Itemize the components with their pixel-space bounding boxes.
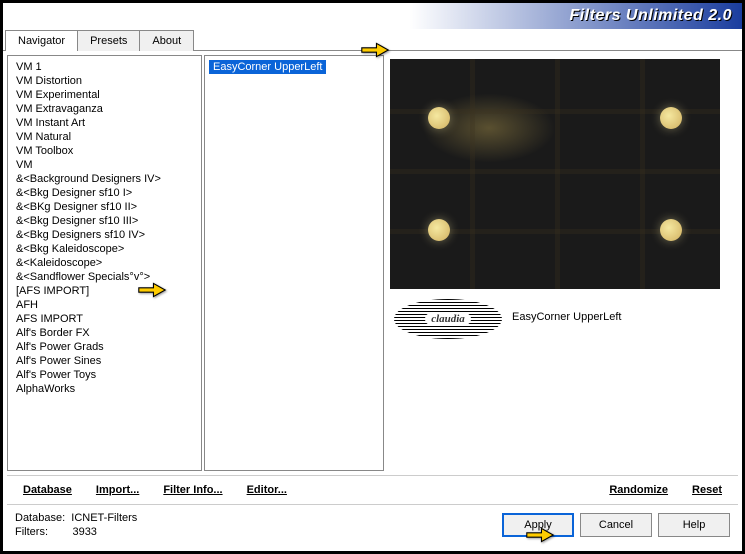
list-item[interactable]: VM 1: [10, 60, 199, 74]
list-item[interactable]: &<Bkg Kaleidoscope>: [10, 242, 199, 256]
editor-button[interactable]: Editor...: [235, 482, 299, 498]
list-item[interactable]: Alf's Border FX: [10, 326, 199, 340]
database-button[interactable]: Database: [11, 482, 84, 498]
tab-presets[interactable]: Presets: [77, 30, 140, 51]
toolbar: Database Import... Filter Info... Editor…: [7, 475, 738, 505]
list-item[interactable]: VM: [10, 158, 199, 172]
list-item[interactable]: &<Sandflower Specials°v°>: [10, 270, 199, 284]
list-item[interactable]: &<Bkg Designer sf10 I>: [10, 186, 199, 200]
list-item[interactable]: &<Background Designers IV>: [10, 172, 199, 186]
brand-logo: claudia: [394, 299, 502, 339]
app-title: Filters Unlimited 2.0: [569, 7, 732, 25]
list-item[interactable]: VM Extravaganza: [10, 102, 199, 116]
tab-navigator[interactable]: Navigator: [5, 30, 78, 51]
help-button[interactable]: Help: [658, 513, 730, 537]
category-list[interactable]: VM 1VM DistortionVM ExperimentalVM Extra…: [8, 56, 201, 470]
list-item[interactable]: AlphaWorks: [10, 382, 199, 396]
list-item[interactable]: [AFS IMPORT]: [10, 284, 199, 298]
list-item[interactable]: VM Distortion: [10, 74, 199, 88]
list-item[interactable]: VM Natural: [10, 130, 199, 144]
database-value: ICNET-Filters: [71, 512, 137, 524]
reset-button[interactable]: Reset: [680, 482, 734, 498]
import-button[interactable]: Import...: [84, 482, 151, 498]
list-item[interactable]: &<Kaleidoscope>: [10, 256, 199, 270]
randomize-button[interactable]: Randomize: [597, 482, 680, 498]
list-item[interactable]: AFS IMPORT: [10, 312, 199, 326]
list-item[interactable]: VM Experimental: [10, 88, 199, 102]
list-item[interactable]: Alf's Power Toys: [10, 368, 199, 382]
filters-count: 3933: [72, 526, 96, 538]
cancel-button[interactable]: Cancel: [580, 513, 652, 537]
category-list-panel: VM 1VM DistortionVM ExperimentalVM Extra…: [7, 55, 202, 471]
list-item[interactable]: VM Toolbox: [10, 144, 199, 158]
list-item[interactable]: VM Instant Art: [10, 116, 199, 130]
footer-info: Database: ICNET-Filters Filters: 3933: [15, 511, 496, 539]
footer: Database: ICNET-Filters Filters: 3933 Ap…: [7, 505, 738, 547]
preview-panel: claudia EasyCorner UpperLeft: [386, 55, 738, 471]
filter-list-item-selected[interactable]: EasyCorner UpperLeft: [209, 60, 326, 74]
tab-about[interactable]: About: [139, 30, 194, 51]
tab-strip: Navigator Presets About: [3, 29, 742, 51]
preview-image: [390, 59, 720, 289]
list-item[interactable]: &<Bkg Designer sf10 III>: [10, 214, 199, 228]
list-item[interactable]: Alf's Power Sines: [10, 354, 199, 368]
filter-info-button[interactable]: Filter Info...: [151, 482, 234, 498]
list-item[interactable]: Alf's Power Grads: [10, 340, 199, 354]
current-filter-name: EasyCorner UpperLeft: [512, 311, 730, 323]
list-item[interactable]: &<BKg Designer sf10 II>: [10, 200, 199, 214]
title-bar: Filters Unlimited 2.0: [3, 3, 742, 29]
list-item[interactable]: &<Bkg Designers sf10 IV>: [10, 228, 199, 242]
apply-button[interactable]: Apply: [502, 513, 574, 537]
list-item[interactable]: AFH: [10, 298, 199, 312]
filter-list-panel[interactable]: EasyCorner UpperLeft: [204, 55, 384, 471]
